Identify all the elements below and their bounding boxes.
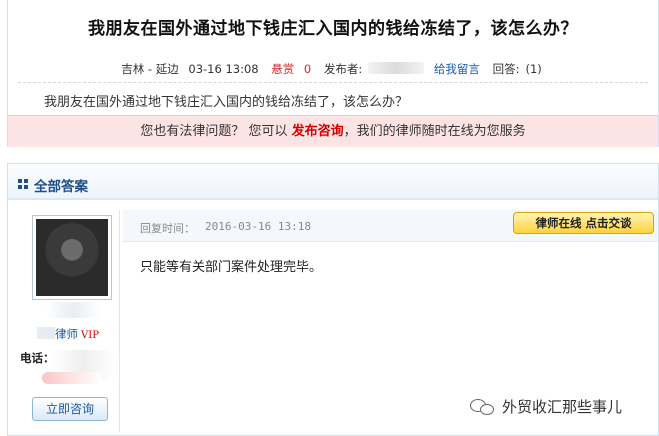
leave-message-link[interactable]: 给我留言 bbox=[434, 62, 480, 76]
reply-time-label: 回复时间： bbox=[140, 222, 195, 235]
reward-label: 悬赏 bbox=[271, 62, 295, 76]
reward-value: 0 bbox=[303, 62, 312, 76]
question-body: 我朋友在国外通过地下钱庄汇入国内的钱给冻结了，该怎么办？ bbox=[44, 95, 409, 110]
answers-header-title: 全部答案 bbox=[34, 179, 88, 195]
lawyer-card: 律师 VIP 电话： 立即咨询 bbox=[16, 210, 120, 432]
answers-count: 回答: (1) bbox=[490, 62, 545, 76]
publisher-name-blurred bbox=[368, 62, 425, 74]
wechat-icon bbox=[470, 397, 496, 417]
reply-text: 只能等有关部门案件处理完毕。 bbox=[140, 260, 323, 275]
question-divider bbox=[18, 82, 648, 83]
watermark-text: 外贸收汇那些事儿 bbox=[502, 398, 623, 416]
publisher-label: 发布者: bbox=[323, 62, 363, 76]
question-time: 03-16 13:08 bbox=[188, 62, 259, 76]
avatar-image-blurred bbox=[36, 219, 108, 296]
promo-prefix: 您也有法律问题？ 您可以 bbox=[140, 124, 288, 139]
reply-header: 回复时间： 2016-03-16 13:18 律师在线 点击交谈 bbox=[123, 210, 658, 242]
lawyer-avatar[interactable] bbox=[32, 215, 112, 300]
lawyer-title-blurred bbox=[46, 302, 101, 318]
lawyer-online-chat-button[interactable]: 律师在线 点击交谈 bbox=[513, 212, 654, 234]
question-panel: 我朋友在国外通过地下钱庄汇入国内的钱给冻结了，该怎么办？ 吉林 - 延边 03-… bbox=[7, 0, 659, 147]
publish-consult-link[interactable]: 发布咨询 bbox=[292, 124, 344, 139]
lawyer-name-row[interactable]: 律师 VIP bbox=[16, 326, 120, 342]
reward-info: 悬赏 0 bbox=[268, 62, 314, 76]
answers-count-value: (1) bbox=[525, 62, 542, 76]
promo-banner: 您也有法律问题？ 您可以 发布咨询，我们的律师随时在线为您服务 bbox=[8, 115, 658, 147]
lawyer-name-blurred bbox=[37, 327, 56, 339]
answers-header: 全部答案 bbox=[8, 164, 658, 200]
watermark: 外贸收汇那些事儿 bbox=[470, 396, 622, 417]
promo-suffix: ，我们的律师随时在线为您服务 bbox=[343, 124, 526, 139]
question-title: 我朋友在国外通过地下钱庄汇入国内的钱给冻结了，该怎么办？ bbox=[88, 19, 578, 39]
lawyer-name-suffix: 律师 bbox=[55, 327, 79, 341]
question-location: 吉林 - 延边 bbox=[121, 62, 179, 76]
consult-now-button[interactable]: 立即咨询 bbox=[32, 397, 108, 421]
question-meta: 吉林 - 延边 03-16 13:08 悬赏 0 发布者: 给我留言 回答: (1… bbox=[8, 61, 658, 77]
lawyer-extra-blurred bbox=[42, 372, 102, 384]
phone-label: 电话： bbox=[20, 351, 55, 365]
answers-count-label: 回答: bbox=[492, 62, 520, 76]
vip-badge: VIP bbox=[81, 330, 99, 341]
grid-icon bbox=[18, 179, 28, 189]
reply-time: 2016-03-16 13:18 bbox=[205, 220, 311, 233]
